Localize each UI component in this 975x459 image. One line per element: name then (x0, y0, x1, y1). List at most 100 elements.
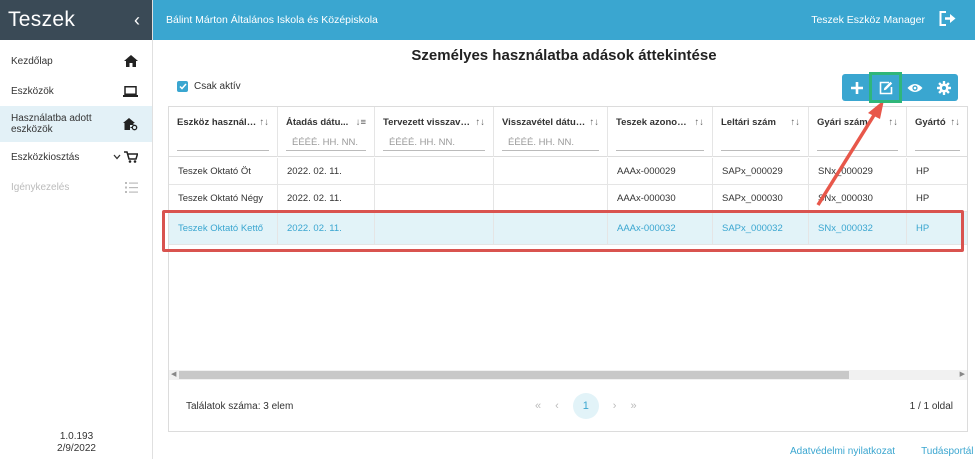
sidebar-item-label: Igénykezelés (11, 181, 70, 193)
active-only-checkbox[interactable] (177, 81, 188, 92)
sort-icon[interactable]: ↑↓ (695, 117, 705, 128)
sort-icon[interactable]: ↑↓ (951, 117, 961, 128)
sort-icon[interactable]: ↑↓ (476, 117, 486, 128)
grid-body: Teszek Oktató Öt 2022. 02. 11. AAAx-0000… (169, 158, 967, 245)
laptop-icon (123, 85, 138, 97)
sidebar: Teszek ‹ Kezdőlap Eszközök Használatba a… (0, 0, 153, 459)
column-label: Teszek azonosí... (616, 117, 692, 128)
cell-manufacturer: HP (907, 158, 967, 184)
edit-button[interactable] (869, 72, 902, 103)
list-icon (125, 181, 138, 193)
add-button[interactable] (842, 74, 871, 101)
cell-serial-number: SNx_000030 (809, 185, 907, 211)
column-header-user[interactable]: Eszköz használó... ↑↓ (169, 107, 278, 157)
page-title: Személyes használatba adások áttekintése (411, 47, 717, 64)
filter-input[interactable] (616, 135, 704, 151)
page-number-button[interactable]: 1 (572, 393, 599, 419)
column-label: Tervezett visszavét... (383, 117, 473, 128)
active-only-filter[interactable]: Csak aktív (177, 81, 241, 92)
edit-icon (879, 81, 892, 94)
result-count: Találatok száma: 3 elem (186, 400, 294, 412)
filter-input[interactable] (817, 135, 898, 151)
sort-icon[interactable]: ↑↓ (590, 117, 600, 128)
scrollbar-thumb[interactable] (179, 371, 849, 379)
column-header-planned-return[interactable]: Tervezett visszavét... ↑↓ ÉÉÉÉ. HH. NN. (375, 107, 494, 157)
grid-header: Eszköz használó... ↑↓ Átadás dátu... ↓≡ ÉÉ… (169, 107, 967, 157)
sidebar-item-requests: Igénykezelés (0, 172, 152, 202)
settings-button[interactable] (929, 74, 958, 101)
cell-inventory-number: SAPx_000032 (713, 212, 809, 244)
filter-input[interactable] (915, 135, 960, 151)
sort-desc-icon[interactable]: ↓≡ (356, 117, 366, 128)
knowledge-portal-link[interactable]: Tudásportál (921, 446, 973, 457)
column-header-handover-date[interactable]: Átadás dátu... ↓≡ ÉÉÉÉ. HH. NN. (278, 107, 375, 157)
organization-name: Bálint Márton Általános Iskola és Középi… (166, 14, 378, 26)
filter-input[interactable] (721, 135, 800, 151)
version-info: 1.0.193 2/9/2022 (0, 431, 153, 455)
filter-input[interactable]: ÉÉÉÉ. HH. NN. (286, 135, 366, 151)
view-button[interactable] (900, 74, 929, 101)
plus-icon (850, 81, 863, 94)
app-title: Teszek (8, 8, 76, 31)
pager: Találatok száma: 3 elem « ‹ 1 › » 1 / 1 … (169, 381, 967, 431)
page-info: 1 / 1 oldal (909, 400, 953, 412)
table-row[interactable]: Teszek Oktató Öt 2022. 02. 11. AAAx-0000… (169, 158, 967, 185)
column-header-manufacturer[interactable]: Gyártó ↑↓ (907, 107, 967, 157)
cell-manufacturer: HP (907, 212, 967, 244)
sort-icon[interactable]: ↑↓ (889, 117, 899, 128)
sort-icon[interactable]: ↑↓ (791, 117, 801, 128)
cell-return-date (494, 212, 608, 244)
logout-icon[interactable] (939, 11, 957, 29)
cell-inventory-number: SAPx_000030 (713, 185, 809, 211)
scroll-right-icon[interactable]: ▶ (960, 370, 965, 380)
column-header-serial-number[interactable]: Gyári szám ↑↓ (809, 107, 907, 157)
cell-teszek-id: AAAx-000029 (608, 158, 713, 184)
top-bar: Bálint Márton Általános Iskola és Középi… (153, 0, 975, 40)
gear-icon (936, 80, 951, 95)
sidebar-item-distribution[interactable]: Eszközkiosztás (0, 142, 152, 172)
scroll-left-icon[interactable]: ◀ (171, 370, 176, 380)
version-number: 1.0.193 (59, 431, 94, 442)
cell-teszek-id: AAAx-000032 (608, 212, 713, 244)
column-label: Eszköz használó... (177, 117, 257, 128)
cell-user: Teszek Oktató Négy (169, 185, 278, 211)
sidebar-item-label: Eszközkiosztás (11, 151, 80, 163)
cell-return-date (494, 185, 608, 211)
sidebar-item-devices[interactable]: Eszközök (0, 76, 152, 106)
collapse-sidebar-icon[interactable]: ‹ (134, 10, 140, 31)
sidebar-item-label: Használatba adott eszközök (11, 113, 92, 135)
table-row-selected[interactable]: Teszek Oktató Kettő 2022. 02. 11. AAAx-0… (169, 212, 967, 245)
filter-input[interactable] (177, 135, 269, 151)
cell-handover-date: 2022. 02. 11. (278, 185, 375, 211)
sidebar-item-home[interactable]: Kezdőlap (0, 46, 152, 76)
cart-icon (113, 151, 138, 163)
column-header-teszek-id[interactable]: Teszek azonosí... ↑↓ (608, 107, 713, 157)
next-page-icon[interactable]: › (613, 400, 617, 412)
cell-planned-return (375, 158, 494, 184)
sort-icon[interactable]: ↑↓ (260, 117, 270, 128)
last-page-icon[interactable]: » (630, 400, 636, 412)
horizontal-scrollbar[interactable]: ◀ ▶ (169, 370, 967, 380)
grid-toolbar (842, 72, 958, 103)
column-label: Gyártó (915, 117, 946, 128)
column-label: Leltári szám (721, 117, 776, 128)
eye-icon (907, 83, 922, 92)
cell-return-date (494, 158, 608, 184)
prev-page-icon[interactable]: ‹ (555, 400, 559, 412)
cell-handover-date: 2022. 02. 11. (278, 212, 375, 244)
app-name: Teszek Eszköz Manager (811, 14, 925, 26)
cell-serial-number: SNx_000029 (809, 158, 907, 184)
sidebar-item-label: Eszközök (11, 85, 54, 97)
column-label: Átadás dátu... (286, 117, 349, 128)
first-page-icon[interactable]: « (535, 400, 541, 412)
filter-input[interactable]: ÉÉÉÉ. HH. NN. (502, 135, 599, 151)
brand-bar: Teszek ‹ (0, 0, 152, 40)
table-row[interactable]: Teszek Oktató Négy 2022. 02. 11. AAAx-00… (169, 185, 967, 212)
privacy-link[interactable]: Adatvédelmi nyilatkozat (790, 446, 895, 457)
column-header-inventory-number[interactable]: Leltári szám ↑↓ (713, 107, 809, 157)
version-date: 2/9/2022 (57, 443, 96, 454)
sidebar-item-assigned-devices[interactable]: Használatba adott eszközök (0, 106, 152, 142)
filter-input[interactable]: ÉÉÉÉ. HH. NN. (383, 135, 485, 151)
column-header-return-date[interactable]: Visszavétel dátuma ↑↓ ÉÉÉÉ. HH. NN. (494, 107, 608, 157)
cell-planned-return (375, 212, 494, 244)
